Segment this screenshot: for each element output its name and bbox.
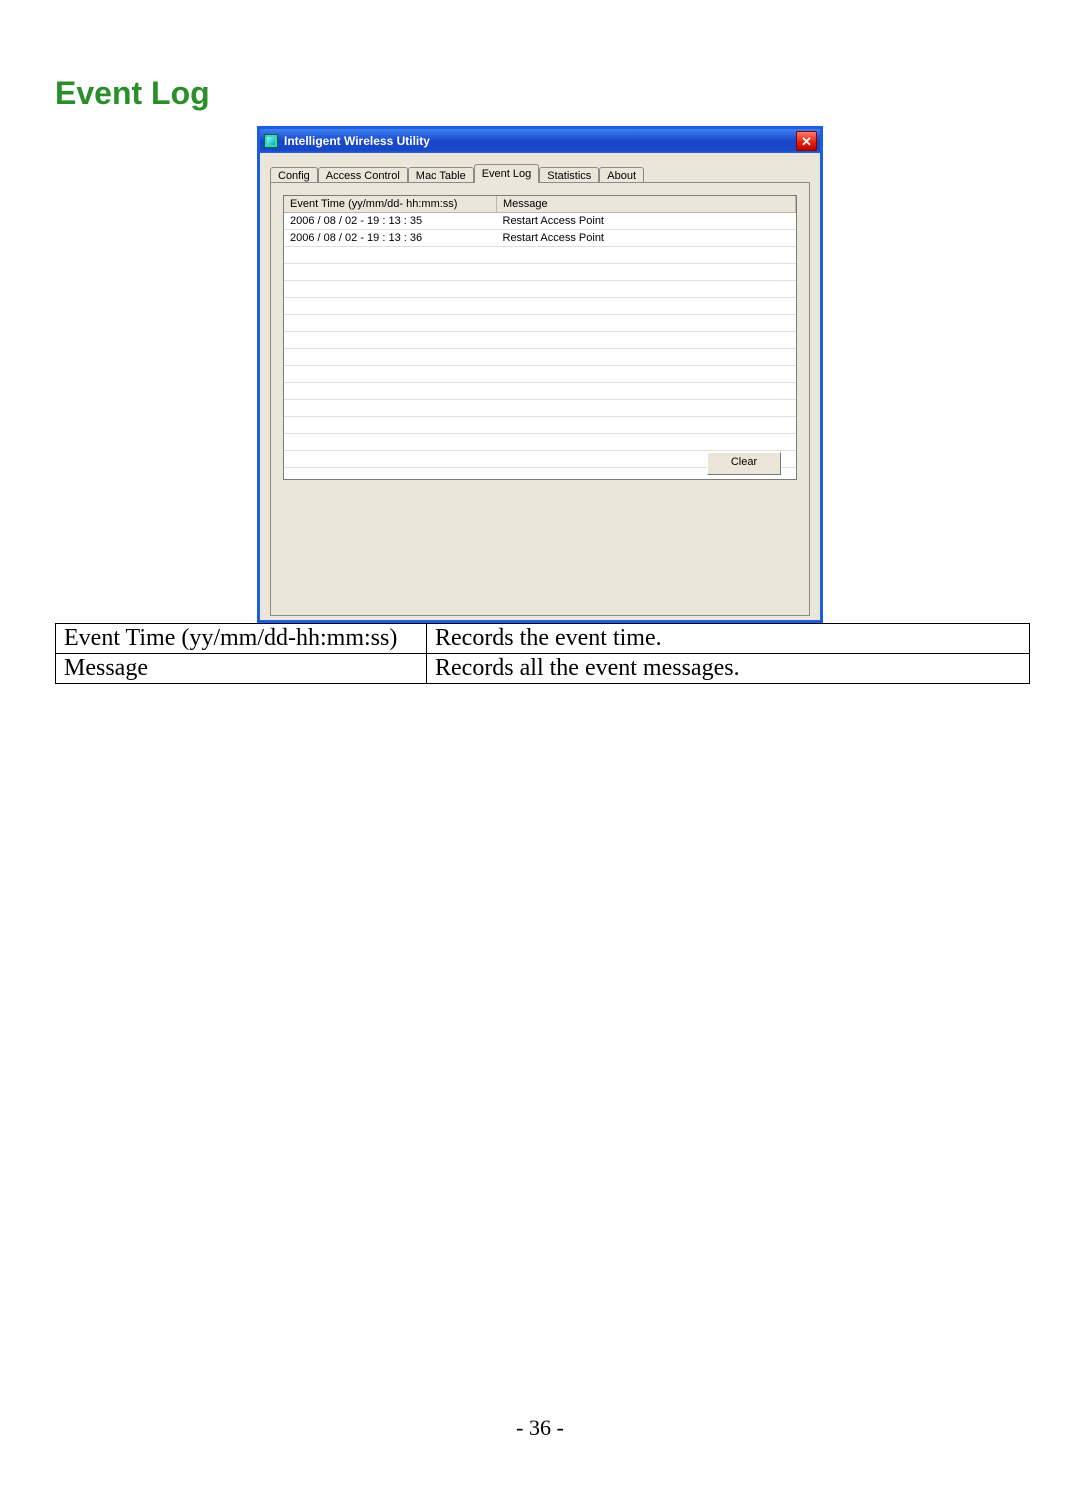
desc-value: Records the event time.	[427, 624, 1030, 654]
table-row[interactable]: 2006 / 08 / 02 - 19 : 13 : 36Restart Acc…	[284, 230, 796, 247]
cell-message: Restart Access Point	[497, 213, 796, 230]
table-row[interactable]	[284, 434, 796, 451]
cell-time: 2006 / 08 / 02 - 19 : 13 : 36	[284, 230, 497, 247]
table-row[interactable]: 2006 / 08 / 02 - 19 : 13 : 35Restart Acc…	[284, 213, 796, 230]
table-row[interactable]	[284, 315, 796, 332]
app-window: Intelligent Wireless Utility ✕ ConfigAcc…	[257, 126, 823, 623]
table-row[interactable]	[284, 383, 796, 400]
table-row[interactable]	[284, 366, 796, 383]
desc-value: Records all the event messages.	[427, 654, 1030, 684]
page-number: - 36 -	[0, 1415, 1080, 1441]
table-row[interactable]	[284, 298, 796, 315]
desc-key: Event Time (yy/mm/dd-hh:mm:ss)	[56, 624, 427, 654]
close-icon[interactable]: ✕	[796, 131, 817, 151]
app-icon	[264, 134, 278, 148]
titlebar[interactable]: Intelligent Wireless Utility ✕	[260, 129, 820, 153]
cell-time: 2006 / 08 / 02 - 19 : 13 : 35	[284, 213, 497, 230]
column-header-message[interactable]: Message	[497, 196, 796, 213]
cell-message: Restart Access Point	[497, 230, 796, 247]
table-row: MessageRecords all the event messages.	[56, 654, 1030, 684]
tab-pane-event-log: Event Time (yy/mm/dd- hh:mm:ss) Message …	[270, 182, 810, 616]
table-row[interactable]	[284, 264, 796, 281]
table-row[interactable]	[284, 417, 796, 434]
tab-bar: ConfigAccess ControlMac TableEvent LogSt…	[270, 163, 810, 183]
clear-button[interactable]: Clear	[707, 452, 781, 475]
section-heading: Event Log	[55, 75, 1025, 112]
table-row[interactable]	[284, 332, 796, 349]
window-title: Intelligent Wireless Utility	[284, 134, 796, 148]
table-row: Event Time (yy/mm/dd-hh:mm:ss)Records th…	[56, 624, 1030, 654]
table-row[interactable]	[284, 349, 796, 366]
table-row[interactable]	[284, 400, 796, 417]
event-list[interactable]: Event Time (yy/mm/dd- hh:mm:ss) Message …	[283, 195, 797, 480]
desc-key: Message	[56, 654, 427, 684]
table-row[interactable]	[284, 247, 796, 264]
tab-event-log[interactable]: Event Log	[474, 164, 540, 183]
table-row[interactable]	[284, 281, 796, 298]
column-header-time[interactable]: Event Time (yy/mm/dd- hh:mm:ss)	[284, 196, 497, 213]
description-table: Event Time (yy/mm/dd-hh:mm:ss)Records th…	[55, 623, 1030, 684]
